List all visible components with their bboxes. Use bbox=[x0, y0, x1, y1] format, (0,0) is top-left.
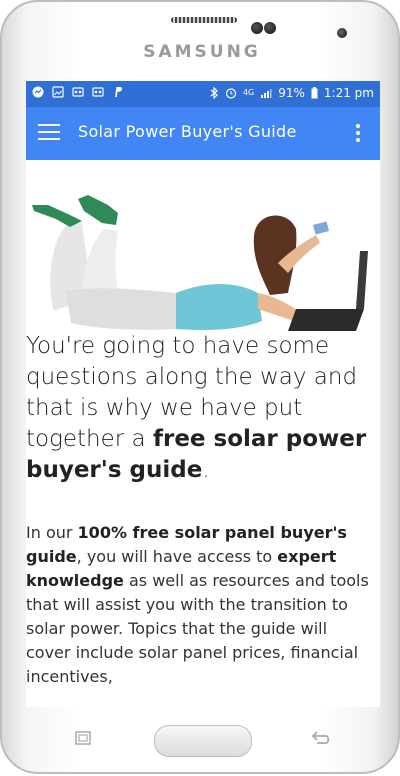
body-paragraph: In our 100% free solar panel buyer's gui… bbox=[26, 521, 374, 689]
paypal-icon bbox=[115, 87, 122, 97]
messenger-icon bbox=[32, 86, 44, 98]
phone-screen: 4G 91% 1:21 pm Solar Power Buyer's Guide bbox=[26, 81, 380, 707]
brand-logo: SAMSUNG bbox=[143, 42, 261, 62]
4g-icon: 4G bbox=[242, 88, 255, 97]
notification-icons bbox=[32, 86, 124, 98]
body-text-1: In our bbox=[26, 523, 78, 542]
light-sensor bbox=[264, 22, 276, 34]
battery-icon bbox=[311, 87, 318, 99]
hero-image bbox=[32, 195, 368, 331]
front-camera bbox=[337, 28, 347, 38]
phone-frame: SAMSUNG 4G 91% 1:21 pm Solar Power Buyer… bbox=[0, 0, 400, 774]
hamburger-menu-icon[interactable] bbox=[38, 124, 60, 142]
signal-icon bbox=[261, 89, 272, 98]
alarm-icon bbox=[225, 88, 237, 99]
earpiece-speaker bbox=[171, 17, 237, 23]
status-indicators: 4G 91% 1:21 pm bbox=[209, 86, 374, 100]
status-bar: 4G 91% 1:21 pm bbox=[26, 81, 380, 107]
voicemail-icon bbox=[72, 87, 84, 97]
body-text-2: , you will have access to bbox=[76, 547, 278, 566]
hardware-buttons bbox=[2, 708, 400, 776]
headline: You're going to have some questions alon… bbox=[26, 331, 376, 486]
proximity-sensor bbox=[251, 22, 263, 34]
headline-end: . bbox=[202, 457, 210, 483]
clock: 1:21 pm bbox=[323, 86, 374, 100]
page-title: Solar Power Buyer's Guide bbox=[78, 122, 297, 141]
gallery-icon bbox=[52, 86, 64, 98]
back-icon[interactable] bbox=[310, 730, 332, 746]
bluetooth-icon bbox=[210, 87, 218, 99]
voicemail-icon bbox=[92, 87, 104, 97]
home-button[interactable] bbox=[154, 725, 252, 757]
app-toolbar: Solar Power Buyer's Guide bbox=[26, 107, 380, 160]
more-vert-icon[interactable] bbox=[356, 124, 360, 142]
recent-apps-icon[interactable] bbox=[74, 730, 92, 746]
battery-level: 91% bbox=[278, 86, 305, 100]
